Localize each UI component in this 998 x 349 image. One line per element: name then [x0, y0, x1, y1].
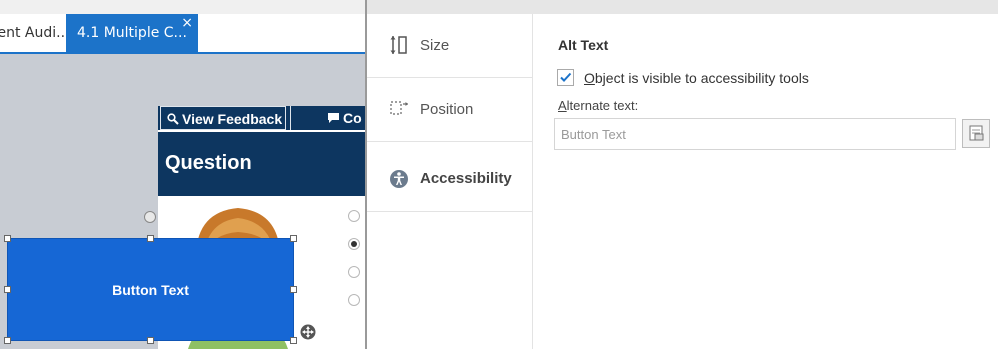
question-header: Question [158, 130, 365, 196]
nav-item-position[interactable]: Position [367, 78, 533, 142]
checkmark-icon [560, 72, 572, 82]
nav-label-size: Size [420, 37, 450, 54]
alt-text-heading: Alt Text [558, 37, 609, 53]
selected-button-object[interactable]: Button Text [7, 238, 294, 341]
panel-top-strip [367, 0, 998, 14]
move-icon[interactable] [300, 324, 316, 340]
question-title: Question [165, 152, 252, 174]
resize-handle-bottom[interactable] [147, 337, 154, 344]
nav-item-accessibility[interactable]: Accessibility [367, 144, 533, 212]
nav-label-accessibility: Accessibility [420, 170, 512, 187]
insert-variable-button[interactable] [962, 119, 990, 148]
resize-handle-bottom-left[interactable] [4, 337, 11, 344]
slide-editor: tent Audi... 4.1 Multiple C... × View Fe… [0, 0, 365, 349]
answer-radio[interactable] [348, 294, 360, 306]
position-icon [390, 101, 408, 115]
visible-to-accessibility-checkbox[interactable] [557, 69, 574, 86]
accesskey-a: A [558, 98, 567, 113]
nav-label-position: Position [420, 101, 474, 118]
alternate-text-label: Alternate text: [558, 98, 638, 113]
checkbox-label-text: bject is visible to accessibility tools [594, 70, 809, 86]
properties-panel: Size Position Accessibility Alt Text Obj… [365, 0, 998, 349]
answer-radio[interactable] [348, 210, 360, 222]
speech-bubble-icon [328, 113, 339, 123]
resize-handle-bottom-right[interactable] [290, 337, 297, 344]
document-tab-content-audit[interactable]: tent Audi... [0, 14, 66, 52]
magnifier-icon [167, 113, 179, 125]
tab-label: 4.1 Multiple C... [77, 25, 187, 41]
resize-handle-top-left[interactable] [4, 235, 11, 242]
accesskey-o: O [584, 70, 595, 86]
answer-radio[interactable] [348, 238, 360, 250]
resize-handle-top[interactable] [147, 235, 154, 242]
insert-variable-icon [969, 125, 984, 141]
document-tab-multiple-choice[interactable]: 4.1 Multiple C... × [66, 14, 198, 52]
resize-handle-right[interactable] [290, 286, 297, 293]
comment-label: Co [343, 110, 362, 126]
alternate-text-input[interactable] [554, 118, 956, 150]
accessibility-icon [390, 170, 408, 188]
resize-handle-left[interactable] [4, 286, 11, 293]
visible-to-accessibility-label[interactable]: Object is visible to accessibility tools [584, 70, 809, 86]
size-icon [390, 36, 407, 54]
button-object-text: Button Text [112, 281, 189, 298]
view-feedback-label: View Feedback [182, 111, 283, 127]
resize-handle-top-right[interactable] [290, 235, 297, 242]
nav-item-size[interactable]: Size [367, 14, 533, 78]
properties-nav: Size Position Accessibility [367, 14, 533, 349]
close-tab-icon[interactable]: × [181, 4, 193, 42]
comment-button[interactable]: Co [290, 106, 365, 130]
answer-radio[interactable] [348, 266, 360, 278]
tab-label: tent Audi... [0, 25, 66, 41]
rotate-handle[interactable] [144, 211, 156, 223]
view-feedback-button[interactable]: View Feedback [160, 106, 286, 130]
document-tab-bar: tent Audi... 4.1 Multiple C... × [0, 14, 365, 54]
alternate-text-label-text: lternate text: [566, 98, 639, 113]
feedback-bar: View Feedback Co [158, 106, 365, 130]
